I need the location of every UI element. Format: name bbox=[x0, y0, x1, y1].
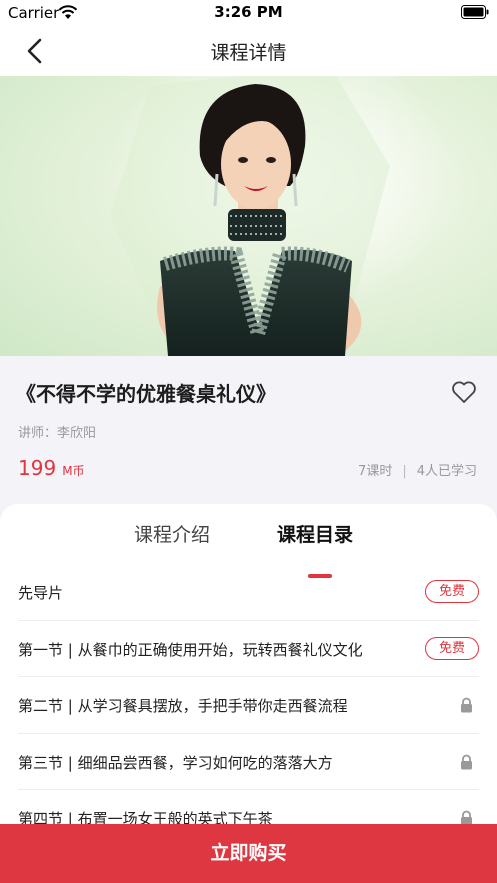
course-info: 《不得不学的优雅餐桌礼仪》 讲师：李欣阳 199 M币 7课时 | 4人已学习 bbox=[0, 356, 497, 516]
battery-icon bbox=[461, 5, 489, 19]
page-title: 课程详情 bbox=[210, 42, 287, 64]
lesson-item[interactable]: 第三节 | 细细品尝西餐，学习如何吃的落落大方 bbox=[18, 734, 479, 790]
nav-bar: 课程详情 bbox=[0, 26, 497, 76]
lesson-title: 第二节 | 从学习餐具摆放，手把手带你走西餐流程 bbox=[18, 697, 348, 715]
lesson-item[interactable]: 先导片 免费 bbox=[18, 564, 479, 621]
course-cover-image bbox=[0, 76, 497, 356]
price: 199 M币 bbox=[18, 456, 85, 480]
tab-bar: 课程介绍 课程目录 bbox=[0, 520, 497, 578]
lesson-title: 第三节 | 细细品尝西餐，学习如何吃的落落大方 bbox=[18, 753, 333, 772]
status-time: 3:26 PM bbox=[214, 3, 283, 21]
portrait-illustration bbox=[110, 76, 450, 356]
lesson-item[interactable]: 第二节 | 从学习餐具摆放，手把手带你走西餐流程 bbox=[18, 677, 479, 734]
heart-outline-icon[interactable] bbox=[451, 380, 477, 404]
lesson-list: 先导片 免费 第一节 | 从餐巾的正确使用开始，玩转西餐礼仪文化 免费 第二节 … bbox=[0, 564, 497, 847]
lock-icon bbox=[461, 754, 472, 769]
lessons-count: 7课时 bbox=[358, 464, 393, 479]
tab-catalog[interactable]: 课程目录 bbox=[277, 520, 353, 547]
meta-divider: | bbox=[402, 464, 407, 479]
lesson-title: 第一节 | 从餐巾的正确使用开始，玩转西餐礼仪文化 bbox=[18, 640, 363, 659]
price-value: 199 bbox=[18, 456, 57, 480]
learners-count: 4人已学习 bbox=[416, 464, 477, 479]
free-badge: 免费 bbox=[425, 636, 479, 660]
lesson-title: 先导片 bbox=[18, 584, 64, 602]
lesson-item[interactable]: 第一节 | 从餐巾的正确使用开始，玩转西餐礼仪文化 免费 bbox=[18, 621, 479, 677]
buy-now-button[interactable]: 立即购买 bbox=[0, 824, 497, 883]
lock-icon bbox=[461, 697, 472, 713]
tab-intro[interactable]: 课程介绍 bbox=[134, 520, 210, 547]
free-badge: 免费 bbox=[425, 580, 479, 603]
course-title: 《不得不学的优雅餐桌礼仪》 bbox=[16, 382, 276, 406]
course-meta: 7课时 | 4人已学习 bbox=[358, 460, 477, 479]
teacher-label: 讲师：李欣阳 bbox=[18, 426, 97, 441]
price-unit: M币 bbox=[62, 464, 85, 478]
status-bar: Carrier 3:26 PM bbox=[0, 0, 497, 26]
